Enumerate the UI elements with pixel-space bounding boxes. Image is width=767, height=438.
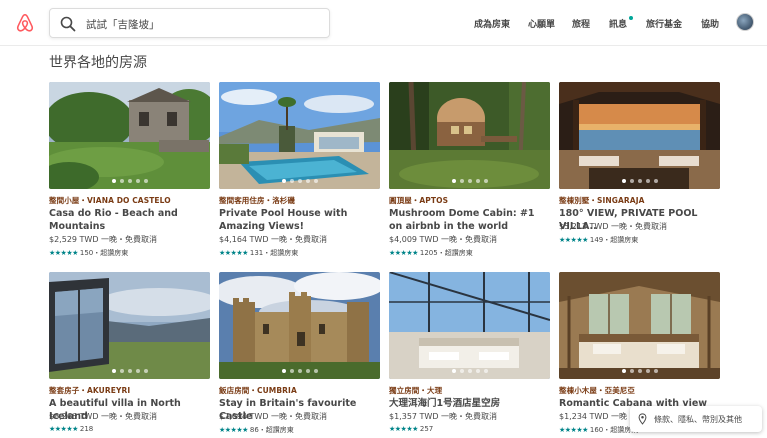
nav-messages[interactable]: 訊息 — [609, 17, 627, 30]
listing-title[interactable]: Mushroom Dome Cabin: #1 on airbnb in the… — [389, 207, 550, 233]
nav-help[interactable]: 協助 — [701, 17, 719, 30]
star-rating-icon: ★★★★★ — [389, 249, 418, 257]
star-rating-icon: ★★★★★ — [559, 236, 588, 244]
listing-photo[interactable] — [49, 272, 210, 379]
top-header: 試試「吉隆坡」 成為房東 心願單 旅程 訊息 旅行基金 協助 — [0, 0, 767, 46]
review-count: 1205・超讚房東 — [419, 249, 473, 257]
listing-price: $7,094 TWD 一晚・免費取消 — [219, 412, 328, 421]
listing-type: 整間客用住房・洛杉磯 — [219, 196, 295, 205]
listing-type: 整間小屋・VIANA DO CASTELO — [49, 196, 171, 205]
listing-price: $1,357 TWD 一晚・免費取消 — [389, 412, 498, 421]
review-count: 149・超讚房東 — [589, 236, 639, 244]
nav-trips[interactable]: 旅程 — [572, 17, 590, 30]
listing-price: $4,009 TWD 一晚・免費取消 — [389, 235, 498, 244]
star-rating-icon: ★★★★★ — [219, 249, 248, 257]
listing-type: 整棟小木屋・亞美尼亞 — [559, 386, 635, 395]
star-rating-icon: ★★★★★ — [559, 426, 588, 434]
nav-travel-credit[interactable]: 旅行基金 — [646, 17, 682, 30]
listing-photo[interactable] — [219, 272, 380, 379]
listing-price: $4,164 TWD 一晚・免費取消 — [219, 235, 328, 244]
listing-title[interactable]: Casa do Rio - Beach and Mountains — [49, 207, 210, 233]
listing-rating: ★★★★★ 257 — [389, 425, 433, 433]
star-rating-icon: ★★★★★ — [49, 249, 78, 257]
listing-photo[interactable] — [219, 82, 380, 189]
airbnb-logo-icon[interactable] — [14, 12, 36, 34]
listing-rating: ★★★★★ 150・超讚房東 — [49, 248, 128, 258]
listing-photo[interactable] — [559, 272, 720, 379]
star-rating-icon: ★★★★★ — [49, 425, 78, 433]
terms-privacy-currency-button[interactable]: 條款、隱私、幣別及其他 — [630, 406, 762, 432]
listing-type: 獨立房間・大理 — [389, 386, 443, 395]
listing-rating: ★★★★★ 86・超讚房東 — [219, 425, 294, 435]
listing-type: 圓頂屋・APTOS — [389, 196, 449, 205]
star-rating-icon: ★★★★★ — [389, 425, 418, 433]
nav-become-host[interactable]: 成為房東 — [474, 17, 510, 30]
listing-title[interactable]: Private Pool House with Amazing Views! — [219, 207, 380, 233]
review-count: 218 — [79, 425, 94, 433]
listing-photo[interactable] — [49, 82, 210, 189]
star-rating-icon: ★★★★★ — [219, 426, 248, 434]
listing-photo[interactable] — [389, 272, 550, 379]
listing-title[interactable]: 大理洱海门1号酒店星空房 — [389, 397, 550, 410]
section-title: 世界各地的房源 — [49, 55, 147, 71]
review-count: 257 — [419, 425, 434, 433]
listing-rating: ★★★★★ 131・超讚房東 — [219, 248, 298, 258]
listing-price: $2,529 TWD 一晚・免費取消 — [49, 235, 158, 244]
listing-rating: ★★★★★ 160・超讚房東 — [559, 425, 638, 435]
listing-price: $8,266 TWD 一晚・免費取消 — [49, 412, 158, 421]
review-count: 150・超讚房東 — [79, 249, 129, 257]
search-bar[interactable]: 試試「吉隆坡」 — [49, 8, 330, 38]
listing-rating: ★★★★★ 218 — [49, 425, 93, 433]
messages-notification-dot — [629, 16, 633, 20]
footer-pill-label: 條款、隱私、幣別及其他 — [654, 415, 742, 424]
review-count: 131・超讚房東 — [249, 249, 299, 257]
review-count: 86・超讚房東 — [249, 426, 294, 434]
listing-type: 整棟別墅・SINGARAJA — [559, 196, 645, 205]
listing-photo[interactable] — [559, 82, 720, 189]
location-pin-icon — [638, 413, 647, 425]
search-input[interactable]: 試試「吉隆坡」 — [86, 17, 160, 32]
user-avatar[interactable] — [736, 13, 754, 31]
listing-type: 飯店房間・CUMBRIA — [219, 386, 297, 395]
listing-price: $5,212 TWD 一晚・免費取消 — [559, 222, 668, 231]
search-icon — [60, 16, 76, 32]
nav-wishlist[interactable]: 心願單 — [528, 17, 555, 30]
listing-type: 整套房子・AKUREYRI — [49, 386, 131, 395]
listing-rating: ★★★★★ 149・超讚房東 — [559, 235, 638, 245]
listing-photo[interactable] — [389, 82, 550, 189]
listing-rating: ★★★★★ 1205・超讚房東 — [389, 248, 473, 258]
